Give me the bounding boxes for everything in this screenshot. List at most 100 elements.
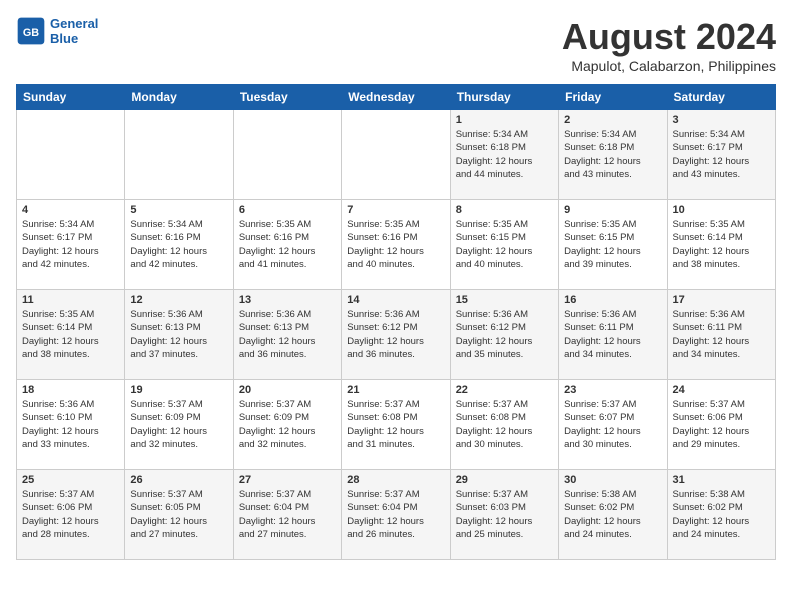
day-number: 23 — [564, 384, 661, 396]
day-number: 3 — [673, 114, 770, 126]
cell-content: Sunrise: 5:35 AM Sunset: 6:15 PM Dayligh… — [456, 218, 553, 271]
day-number: 28 — [347, 474, 444, 486]
cell-content: Sunrise: 5:34 AM Sunset: 6:17 PM Dayligh… — [673, 128, 770, 181]
day-of-week-header: Saturday — [667, 85, 775, 110]
calendar-cell: 6 Sunrise: 5:35 AM Sunset: 6:16 PM Daylig… — [233, 200, 341, 290]
logo-icon: GB — [16, 16, 46, 46]
calendar-cell — [342, 110, 450, 200]
cell-content: Sunrise: 5:37 AM Sunset: 6:08 PM Dayligh… — [456, 398, 553, 451]
day-number: 30 — [564, 474, 661, 486]
calendar-cell: 15 Sunrise: 5:36 AM Sunset: 6:12 PM Dayli… — [450, 290, 558, 380]
cell-content: Sunrise: 5:38 AM Sunset: 6:02 PM Dayligh… — [564, 488, 661, 541]
day-number: 6 — [239, 204, 336, 216]
day-number: 11 — [22, 294, 119, 306]
calendar-week-row: 18 Sunrise: 5:36 AM Sunset: 6:10 PM Dayli… — [17, 380, 776, 470]
calendar-cell: 13 Sunrise: 5:36 AM Sunset: 6:13 PM Dayli… — [233, 290, 341, 380]
cell-content: Sunrise: 5:34 AM Sunset: 6:18 PM Dayligh… — [456, 128, 553, 181]
cell-content: Sunrise: 5:34 AM Sunset: 6:17 PM Dayligh… — [22, 218, 119, 271]
calendar-cell — [233, 110, 341, 200]
day-number: 19 — [130, 384, 227, 396]
day-number: 13 — [239, 294, 336, 306]
day-number: 7 — [347, 204, 444, 216]
day-number: 27 — [239, 474, 336, 486]
calendar-cell: 4 Sunrise: 5:34 AM Sunset: 6:17 PM Daylig… — [17, 200, 125, 290]
calendar-cell: 8 Sunrise: 5:35 AM Sunset: 6:15 PM Daylig… — [450, 200, 558, 290]
calendar-cell — [17, 110, 125, 200]
day-number: 31 — [673, 474, 770, 486]
cell-content: Sunrise: 5:37 AM Sunset: 6:09 PM Dayligh… — [239, 398, 336, 451]
logo-text-line2: Blue — [50, 31, 98, 46]
cell-content: Sunrise: 5:37 AM Sunset: 6:06 PM Dayligh… — [673, 398, 770, 451]
cell-content: Sunrise: 5:36 AM Sunset: 6:12 PM Dayligh… — [456, 308, 553, 361]
calendar-cell: 30 Sunrise: 5:38 AM Sunset: 6:02 PM Dayli… — [559, 470, 667, 560]
day-of-week-header: Thursday — [450, 85, 558, 110]
location: Mapulot, Calabarzon, Philippines — [562, 58, 776, 74]
cell-content: Sunrise: 5:36 AM Sunset: 6:13 PM Dayligh… — [130, 308, 227, 361]
day-number: 18 — [22, 384, 119, 396]
calendar-week-row: 1 Sunrise: 5:34 AM Sunset: 6:18 PM Daylig… — [17, 110, 776, 200]
calendar-cell: 25Sunrise: 5:37 AM Sunset: 6:06 PM Dayli… — [17, 470, 125, 560]
cell-content: Sunrise: 5:37 AM Sunset: 6:04 PM Dayligh… — [239, 488, 336, 541]
cell-content: Sunrise: 5:36 AM Sunset: 6:10 PM Dayligh… — [22, 398, 119, 451]
calendar-cell: 5Sunrise: 5:34 AM Sunset: 6:16 PM Daylig… — [125, 200, 233, 290]
calendar-week-row: 25Sunrise: 5:37 AM Sunset: 6:06 PM Dayli… — [17, 470, 776, 560]
day-number: 22 — [456, 384, 553, 396]
calendar-cell: 31Sunrise: 5:38 AM Sunset: 6:02 PM Dayli… — [667, 470, 775, 560]
calendar-cell: 20 Sunrise: 5:37 AM Sunset: 6:09 PM Dayli… — [233, 380, 341, 470]
calendar-body: 1 Sunrise: 5:34 AM Sunset: 6:18 PM Daylig… — [17, 110, 776, 560]
cell-content: Sunrise: 5:34 AM Sunset: 6:18 PM Dayligh… — [564, 128, 661, 181]
cell-content: Sunrise: 5:35 AM Sunset: 6:14 PM Dayligh… — [22, 308, 119, 361]
calendar-cell: 7 Sunrise: 5:35 AM Sunset: 6:16 PM Daylig… — [342, 200, 450, 290]
day-of-week-header: Tuesday — [233, 85, 341, 110]
calendar-cell: 27 Sunrise: 5:37 AM Sunset: 6:04 PM Dayli… — [233, 470, 341, 560]
day-number: 4 — [22, 204, 119, 216]
calendar-cell: 9 Sunrise: 5:35 AM Sunset: 6:15 PM Daylig… — [559, 200, 667, 290]
calendar-header-row: SundayMondayTuesdayWednesdayThursdayFrid… — [17, 85, 776, 110]
cell-content: Sunrise: 5:35 AM Sunset: 6:15 PM Dayligh… — [564, 218, 661, 271]
cell-content: Sunrise: 5:37 AM Sunset: 6:09 PM Dayligh… — [130, 398, 227, 451]
calendar-table: SundayMondayTuesdayWednesdayThursdayFrid… — [16, 84, 776, 560]
cell-content: Sunrise: 5:35 AM Sunset: 6:16 PM Dayligh… — [239, 218, 336, 271]
day-number: 17 — [673, 294, 770, 306]
day-number: 15 — [456, 294, 553, 306]
cell-content: Sunrise: 5:36 AM Sunset: 6:11 PM Dayligh… — [564, 308, 661, 361]
day-number: 20 — [239, 384, 336, 396]
day-number: 26 — [130, 474, 227, 486]
calendar-cell: 21Sunrise: 5:37 AM Sunset: 6:08 PM Dayli… — [342, 380, 450, 470]
day-number: 24 — [673, 384, 770, 396]
cell-content: Sunrise: 5:36 AM Sunset: 6:11 PM Dayligh… — [673, 308, 770, 361]
calendar-cell: 29Sunrise: 5:37 AM Sunset: 6:03 PM Dayli… — [450, 470, 558, 560]
calendar-cell: 18 Sunrise: 5:36 AM Sunset: 6:10 PM Dayli… — [17, 380, 125, 470]
calendar-cell: 23 Sunrise: 5:37 AM Sunset: 6:07 PM Dayli… — [559, 380, 667, 470]
calendar-cell: 24 Sunrise: 5:37 AM Sunset: 6:06 PM Dayli… — [667, 380, 775, 470]
cell-content: Sunrise: 5:36 AM Sunset: 6:13 PM Dayligh… — [239, 308, 336, 361]
day-number: 14 — [347, 294, 444, 306]
logo-text-line1: General — [50, 16, 98, 31]
calendar-week-row: 4 Sunrise: 5:34 AM Sunset: 6:17 PM Daylig… — [17, 200, 776, 290]
svg-text:GB: GB — [23, 27, 39, 39]
day-number: 16 — [564, 294, 661, 306]
calendar-cell: 1 Sunrise: 5:34 AM Sunset: 6:18 PM Daylig… — [450, 110, 558, 200]
calendar-cell: 16 Sunrise: 5:36 AM Sunset: 6:11 PM Dayli… — [559, 290, 667, 380]
calendar-cell: 12Sunrise: 5:36 AM Sunset: 6:13 PM Dayli… — [125, 290, 233, 380]
calendar-cell: 11 Sunrise: 5:35 AM Sunset: 6:14 PM Dayli… — [17, 290, 125, 380]
day-number: 5 — [130, 204, 227, 216]
cell-content: Sunrise: 5:35 AM Sunset: 6:14 PM Dayligh… — [673, 218, 770, 271]
day-number: 10 — [673, 204, 770, 216]
day-of-week-header: Sunday — [17, 85, 125, 110]
cell-content: Sunrise: 5:37 AM Sunset: 6:07 PM Dayligh… — [564, 398, 661, 451]
calendar-cell: 10 Sunrise: 5:35 AM Sunset: 6:14 PM Dayli… — [667, 200, 775, 290]
page-header: GB General Blue August 2024 Mapulot, Cal… — [16, 16, 776, 74]
cell-content: Sunrise: 5:37 AM Sunset: 6:05 PM Dayligh… — [130, 488, 227, 541]
cell-content: Sunrise: 5:35 AM Sunset: 6:16 PM Dayligh… — [347, 218, 444, 271]
calendar-cell — [125, 110, 233, 200]
calendar-cell: 3 Sunrise: 5:34 AM Sunset: 6:17 PM Daylig… — [667, 110, 775, 200]
day-number: 9 — [564, 204, 661, 216]
day-number: 1 — [456, 114, 553, 126]
calendar-cell: 22 Sunrise: 5:37 AM Sunset: 6:08 PM Dayli… — [450, 380, 558, 470]
month-title: August 2024 — [562, 16, 776, 58]
cell-content: Sunrise: 5:37 AM Sunset: 6:03 PM Dayligh… — [456, 488, 553, 541]
day-number: 8 — [456, 204, 553, 216]
day-of-week-header: Monday — [125, 85, 233, 110]
cell-content: Sunrise: 5:37 AM Sunset: 6:04 PM Dayligh… — [347, 488, 444, 541]
